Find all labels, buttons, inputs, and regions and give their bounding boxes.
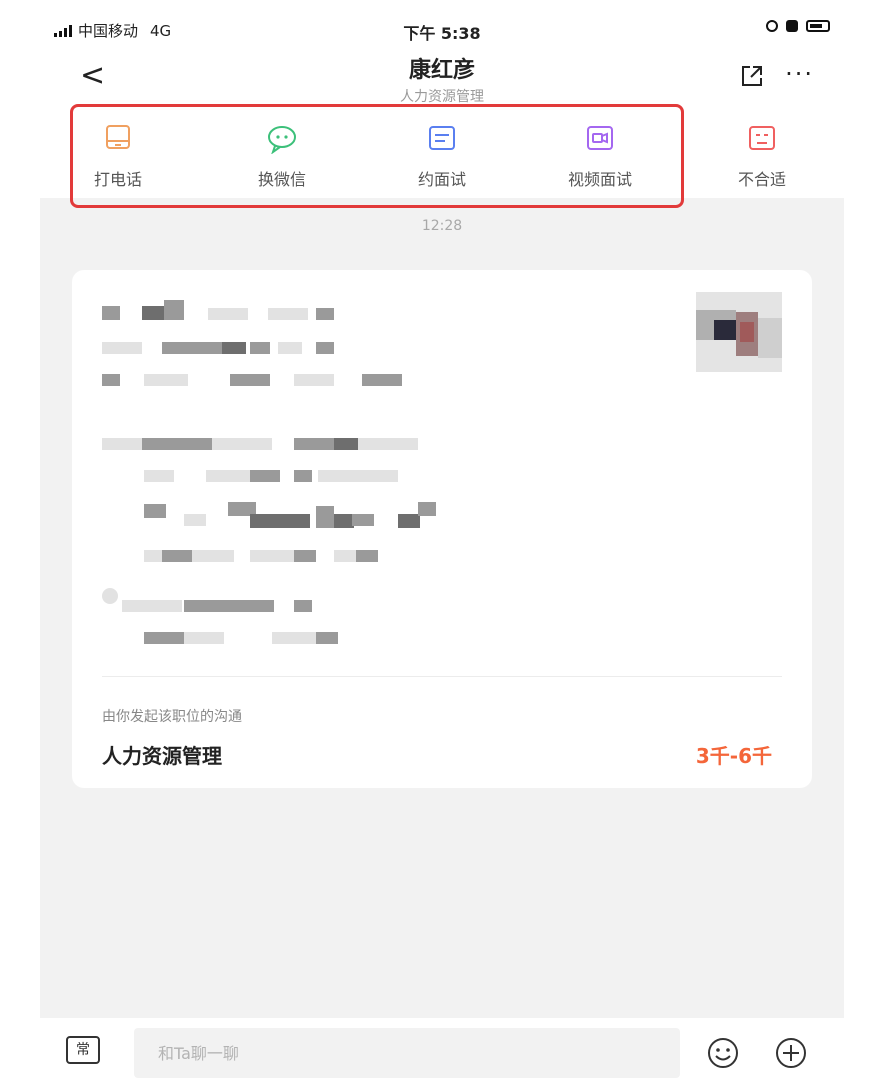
- card-divider: [102, 676, 782, 677]
- interview-icon: [429, 126, 455, 150]
- emoji-icon[interactable]: [706, 1036, 740, 1070]
- schedule-interview-button[interactable]: 约面试: [392, 124, 492, 190]
- phone-icon: [106, 125, 130, 149]
- not-suitable-label: 不合适: [737, 170, 786, 189]
- call-label: 打电话: [93, 170, 142, 189]
- exchange-wechat-button[interactable]: 换微信: [232, 124, 332, 190]
- call-button[interactable]: 打电话: [68, 124, 168, 190]
- unsuitable-icon: [749, 126, 775, 150]
- chat-timestamp: 12:28: [421, 218, 463, 234]
- salary-range: 3千-6千: [695, 744, 772, 768]
- chat-screen: 中国移动 4G 下午 5:38 < 康红彦 人力资源管理 ··· 打电话 换微信…: [40, 8, 844, 1084]
- resume-card[interactable]: 由你发起该职位的沟通 人力资源管理 3千-6千: [72, 270, 812, 788]
- wechat-icon: [268, 126, 296, 155]
- contact-name: 康红彦: [408, 58, 475, 83]
- action-bar: 打电话 换微信 约面试 视频面试 不合适: [40, 110, 844, 198]
- status-time: 下午 5:38: [403, 24, 481, 43]
- avatar: [696, 292, 782, 372]
- video-interview-label: 视频面试: [567, 170, 632, 189]
- status-bar: 中国移动 4G 下午 5:38: [40, 8, 844, 48]
- share-icon[interactable]: [740, 64, 764, 88]
- battery-icon: [806, 20, 830, 32]
- schedule-interview-label: 约面试: [417, 170, 466, 189]
- input-bar: 常: [40, 1018, 844, 1084]
- job-title: 人力资源管理: [102, 744, 222, 768]
- video-interview-button[interactable]: 视频面试: [550, 124, 650, 190]
- status-right: [766, 20, 830, 32]
- nav-bar: < 康红彦 人力资源管理 ···: [40, 48, 844, 110]
- orientation-lock-icon: [766, 20, 778, 32]
- contact-position: 人力资源管理: [400, 89, 484, 105]
- alarm-icon: [786, 20, 798, 32]
- not-suitable-button[interactable]: 不合适: [712, 124, 812, 190]
- plus-icon[interactable]: [774, 1036, 808, 1070]
- common-phrases-button[interactable]: 常: [66, 1036, 100, 1064]
- exchange-wechat-label: 换微信: [257, 170, 306, 189]
- message-input[interactable]: [134, 1028, 680, 1078]
- conversation-hint: 由你发起该职位的沟通: [102, 709, 242, 725]
- more-button[interactable]: ···: [785, 60, 814, 88]
- video-icon: [587, 126, 613, 150]
